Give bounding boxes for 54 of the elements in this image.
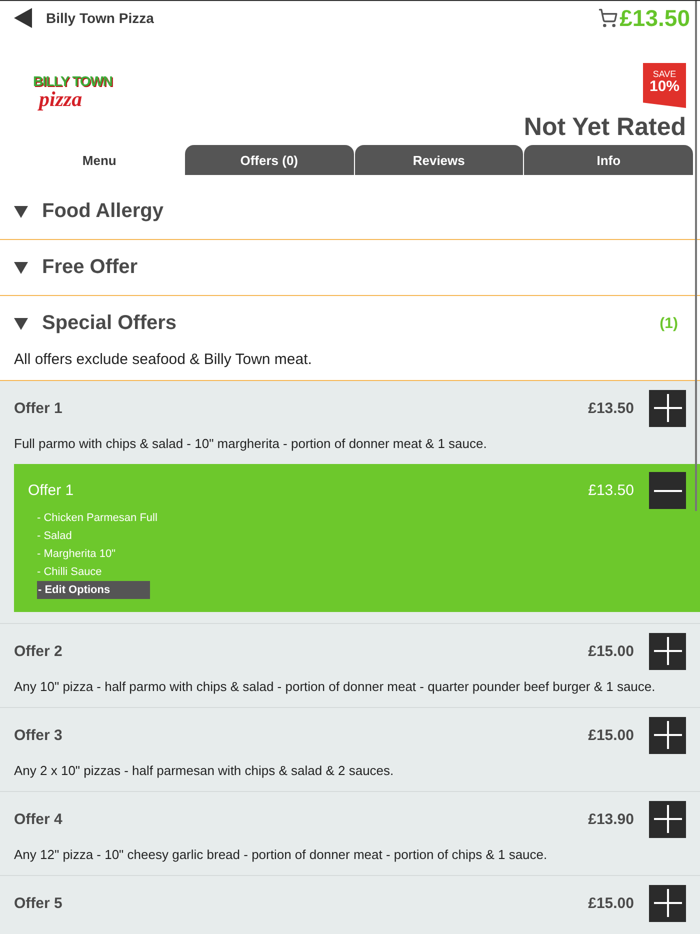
offer-price: £15.00 — [588, 726, 634, 744]
add-button[interactable] — [649, 884, 686, 922]
edit-options-button[interactable]: - Edit Options — [37, 581, 150, 599]
ribbon-value: 10% — [649, 79, 680, 95]
add-button[interactable] — [649, 632, 686, 670]
option-text: - Salad — [37, 529, 72, 544]
offer-price: £15.00 — [588, 642, 634, 660]
scrollbar-thumb[interactable] — [695, 1, 697, 511]
minus-icon — [654, 490, 682, 492]
plus-icon — [654, 889, 682, 917]
offer-description: Any 2 x 10" pizzas - half parmesan with chips & salad & 2 sauces. — [14, 762, 395, 780]
cart-icon[interactable] — [598, 8, 618, 28]
logo-text: BILLY TOWN — [33, 73, 112, 89]
added-offer-title: Offer 1 — [28, 482, 75, 499]
offer-title: Offer 5 — [14, 894, 64, 912]
plus-icon — [654, 637, 682, 665]
cart-total: £13.50 — [620, 4, 690, 32]
triangle-icon[interactable] — [14, 206, 28, 218]
offer-title: Offer 1 — [14, 400, 64, 416]
offer-price: £15.00 — [588, 894, 634, 912]
plus-icon — [654, 805, 682, 833]
option-text: - Chicken Parmesan Full — [37, 511, 158, 526]
offer-title: Offer 4 — [14, 810, 64, 828]
section-note: All offers exclude seafood & Billy Town meat. — [13, 351, 313, 370]
option-text: - Margherita 10" — [37, 547, 116, 562]
section-title[interactable]: Special Offers — [42, 312, 646, 335]
offer-title: Offer 2 — [14, 642, 64, 660]
triangle-icon[interactable] — [14, 262, 28, 274]
remove-button[interactable] — [649, 472, 686, 509]
section-count: (1) — [660, 315, 678, 332]
option-text: - Chilli Sauce — [37, 565, 102, 580]
tab[interactable]: Offers (0) — [184, 145, 354, 175]
add-button[interactable] — [649, 716, 686, 754]
rating-text: Not Yet Rated — [524, 112, 686, 143]
section-title[interactable]: Free Offer — [42, 256, 678, 279]
add-button[interactable] — [649, 390, 686, 426]
offer-title: Offer 3 — [14, 726, 64, 744]
page-title: Billy Town Pizza — [46, 10, 154, 26]
offer-description: Full parmo with chips & salad - 10" margherita - portion of donner meat & 1 sauce. — [14, 435, 488, 453]
logo-script-text: pizza — [39, 89, 82, 109]
tab[interactable]: Info — [524, 145, 693, 175]
offer-price: £13.90 — [588, 810, 634, 828]
offer-description: Any 12" pizza - 10" cheesy garlic bread - portion of donner meat - portion of chips & 1 sauce. — [14, 846, 548, 864]
added-offer-price: £13.50 — [588, 482, 634, 499]
add-button[interactable] — [649, 800, 686, 838]
offer-description: Any 10" pizza - half parmo with chips & salad - portion of donner meat - quarter pounder beef burger & 1 sauce. — [14, 678, 656, 696]
back-icon[interactable] — [14, 8, 32, 28]
offer-price: £13.50 — [588, 400, 634, 416]
triangle-icon[interactable] — [14, 318, 28, 330]
plus-icon — [654, 721, 682, 749]
tab[interactable]: Reviews — [354, 145, 524, 175]
plus-icon — [654, 394, 682, 422]
section-title[interactable]: Food Allergy — [42, 200, 678, 223]
ribbon-label: SAVE — [652, 69, 676, 79]
